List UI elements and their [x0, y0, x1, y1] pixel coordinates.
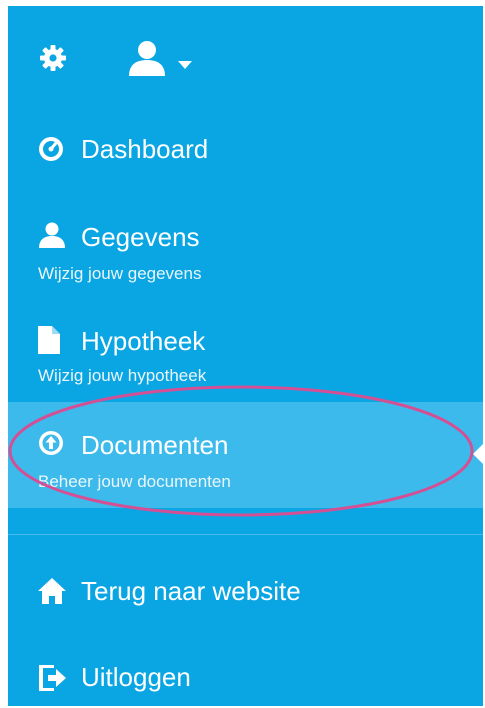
active-indicator-arrow [473, 444, 483, 464]
sidebar-item-subtitle: Wijzig jouw gegevens [38, 264, 202, 283]
sidebar-item-gegevens[interactable]: Gegevens Wijzig jouw gegevens [8, 202, 483, 298]
sidebar-topbar [8, 6, 483, 106]
sidebar-item-dashboard[interactable]: Dashboard [8, 114, 483, 194]
user-menu-button[interactable] [126, 40, 206, 76]
caret-down-icon [178, 61, 192, 69]
sidebar-item-hypotheek[interactable]: Hypotheek Wijzig jouw hypotheek [8, 304, 483, 398]
sidebar-divider [8, 534, 483, 535]
logout-icon [39, 665, 66, 691]
sidebar-item-label: Gegevens [81, 222, 200, 252]
dashboard-icon [39, 137, 63, 161]
sidebar-item-documenten[interactable]: Documenten Beheer jouw documenten [8, 402, 483, 508]
sidebar-item-label: Terug naar website [81, 576, 301, 606]
home-icon [38, 578, 66, 604]
sidebar-item-label: Uitloggen [81, 662, 191, 692]
sidebar-item-subtitle: Beheer jouw documenten [38, 472, 231, 491]
sidebar-item-label: Documenten [81, 430, 229, 460]
sidebar-item-uitloggen[interactable]: Uitloggen [8, 648, 483, 706]
sidebar-item-subtitle: Wijzig jouw hypotheek [38, 366, 207, 385]
user-icon [39, 222, 65, 248]
user-icon [129, 41, 165, 76]
sidebar-item-label: Hypotheek [81, 326, 206, 356]
sidebar-item-label: Dashboard [81, 134, 209, 164]
gear-icon[interactable] [38, 43, 68, 73]
document-icon [38, 326, 60, 354]
sidebar-item-terug-naar-website[interactable]: Terug naar website [8, 562, 483, 622]
sidebar: Dashboard Gegevens Wijzig jouw gegevens … [8, 6, 483, 706]
upload-circle-icon [39, 431, 63, 455]
